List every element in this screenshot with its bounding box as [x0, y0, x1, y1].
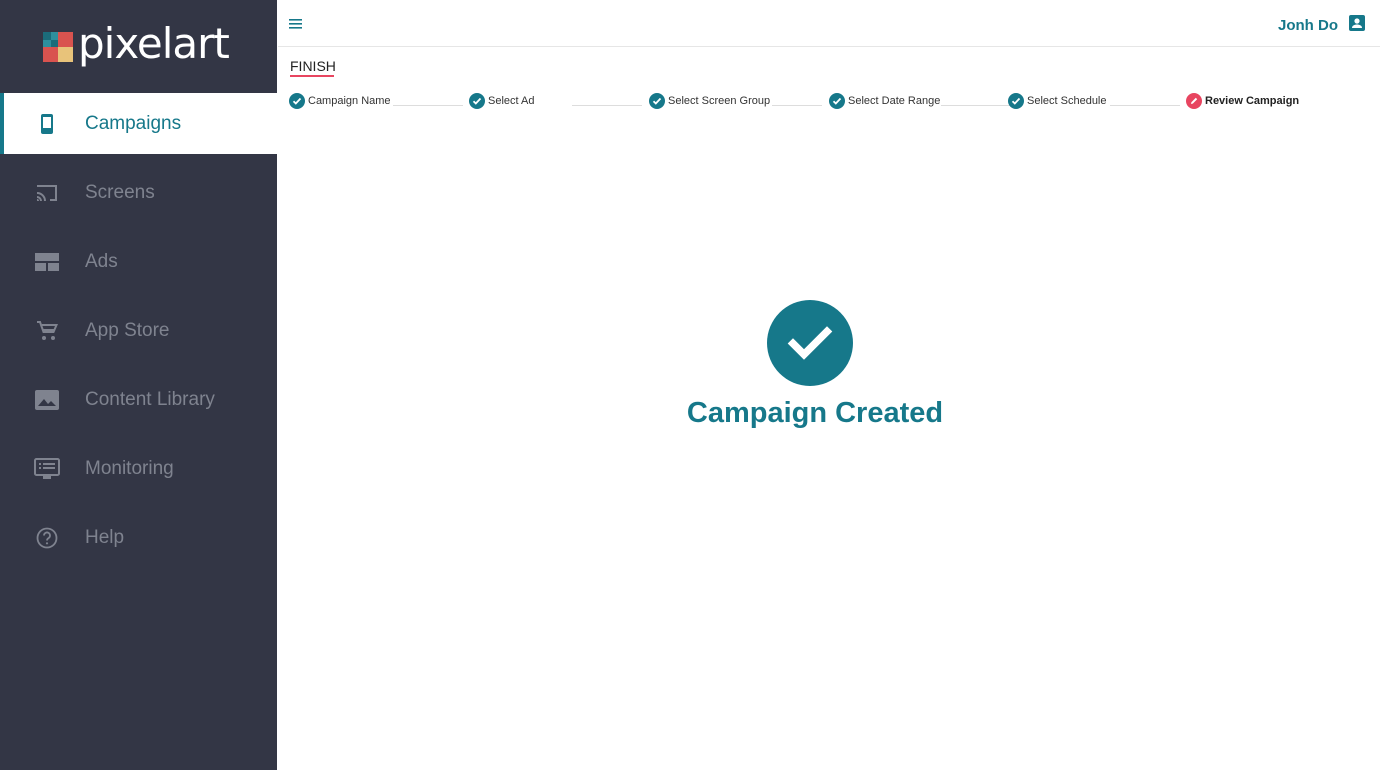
wizard-stepper: Campaign Name Select Ad Select Screen Gr…: [289, 93, 1379, 111]
step-connector: [572, 105, 642, 106]
sidebar-item-label: Help: [85, 526, 125, 548]
step-connector: [1110, 105, 1180, 106]
check-circle-icon: [767, 300, 853, 386]
phone-icon: [34, 111, 60, 137]
sidebar-item-ads[interactable]: Ads: [0, 231, 277, 292]
logo-mark-icon: [43, 32, 73, 62]
account-box-icon: [1348, 14, 1366, 37]
result-title: Campaign Created: [686, 397, 944, 429]
step-connector: [941, 105, 1011, 106]
cast-icon: [34, 180, 60, 206]
logo[interactable]: pixelart: [0, 0, 277, 93]
menu-icon[interactable]: [288, 16, 304, 32]
step-select-date-range[interactable]: Select Date Range: [829, 93, 940, 109]
step-select-ad[interactable]: Select Ad: [469, 93, 534, 109]
step-label: Select Schedule: [1027, 95, 1107, 107]
step-connector: [772, 105, 822, 106]
check-icon: [289, 93, 305, 109]
user-menu[interactable]: Jonh Do: [1278, 14, 1366, 37]
step-select-screen-group[interactable]: Select Screen Group: [649, 93, 770, 109]
step-connector: [393, 105, 463, 106]
wizard-heading: FINISH: [290, 58, 336, 74]
check-icon: [649, 93, 665, 109]
step-review-campaign[interactable]: Review Campaign: [1186, 93, 1299, 109]
step-label: Select Date Range: [848, 95, 941, 107]
user-name: Jonh Do: [1278, 17, 1338, 34]
step-label: Campaign Name: [308, 95, 391, 107]
sidebar-item-screens[interactable]: Screens: [0, 162, 277, 223]
help-circle-icon: [34, 525, 60, 551]
sidebar-item-label: App Store: [85, 319, 170, 341]
app-root: pixelart Campaigns Screens Ads App Store…: [0, 0, 1380, 770]
monitor-list-icon: [34, 456, 60, 482]
sidebar-item-label: Content Library: [85, 388, 215, 410]
check-icon: [1008, 93, 1024, 109]
sidebar-item-content-library[interactable]: Content Library: [0, 369, 277, 430]
sidebar-nav: Campaigns Screens Ads App Store Content …: [0, 93, 277, 576]
sidebar-item-help[interactable]: Help: [0, 507, 277, 568]
logo-text: pixelart: [78, 19, 230, 68]
check-icon: [469, 93, 485, 109]
sidebar-item-label: Ads: [85, 250, 118, 272]
step-select-schedule[interactable]: Select Schedule: [1008, 93, 1107, 109]
step-label: Review Campaign: [1205, 95, 1300, 107]
wizard-heading-underline: [290, 75, 334, 77]
sidebar: pixelart Campaigns Screens Ads App Store…: [0, 0, 277, 770]
image-icon: [34, 387, 60, 413]
view-quilt-icon: [34, 249, 60, 275]
sidebar-item-campaigns[interactable]: Campaigns: [0, 93, 277, 154]
sidebar-item-label: Monitoring: [85, 457, 174, 479]
pencil-icon: [1186, 93, 1202, 109]
sidebar-item-monitoring[interactable]: Monitoring: [0, 438, 277, 499]
step-label: Select Ad: [488, 95, 535, 107]
shopping-cart-icon: [34, 318, 60, 344]
sidebar-item-label: Screens: [85, 181, 155, 203]
check-icon: [829, 93, 845, 109]
step-campaign-name[interactable]: Campaign Name: [289, 93, 391, 109]
step-label: Select Screen Group: [668, 95, 771, 107]
sidebar-item-label: Campaigns: [85, 112, 182, 134]
top-bar: Jonh Do: [278, 0, 1380, 47]
sidebar-item-app-store[interactable]: App Store: [0, 300, 277, 361]
